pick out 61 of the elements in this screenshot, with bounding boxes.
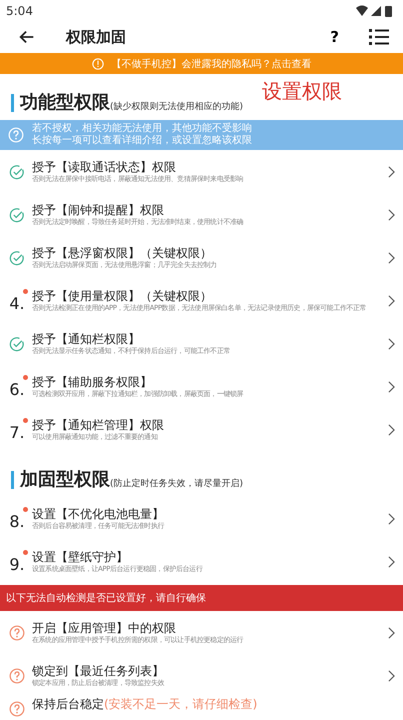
step-number: 9. — [9, 556, 25, 574]
row-title: 授予【通知栏管理】权限 — [32, 418, 165, 432]
alert-dot — [23, 418, 28, 422]
chevron-right-icon — [388, 294, 395, 306]
alert-dot — [23, 288, 28, 294]
row-title: 保持后台稳定(安装不足一天，请仔细检查) — [32, 697, 258, 712]
chevron-right-icon — [388, 380, 395, 392]
row-title: 授予【悬浮窗权限】（关键权限） — [32, 246, 213, 260]
row-note: (安装不足一天，请仔细检查) — [104, 697, 258, 711]
question-circle-icon — [9, 624, 25, 640]
row-title: 授予【辅助服务权限】 — [32, 374, 153, 390]
chevron-right-icon — [388, 670, 395, 682]
status-time: 5:04 — [6, 4, 33, 18]
row-title: 开启【应用管理】中的权限 — [32, 620, 177, 636]
question-circle-icon — [9, 701, 25, 717]
row-title: 授予【通知栏权限】 — [32, 332, 141, 346]
chevron-right-icon — [388, 252, 395, 264]
alert-dot — [23, 550, 28, 554]
section-accent-bar — [11, 94, 14, 112]
question-circle-icon — [9, 668, 25, 684]
row-title: 锁定到【最近任务列表】 — [32, 664, 165, 678]
check-circle-icon — [9, 206, 25, 222]
step-number: 4. — [9, 294, 25, 312]
question-icon — [8, 127, 24, 143]
section-subtitle: (缺少权限则无法使用相应的功能) — [110, 100, 244, 113]
page-title: 权限加固 — [66, 28, 127, 46]
chevron-right-icon — [388, 166, 395, 178]
step-number: 6. — [9, 380, 25, 398]
chevron-right-icon — [388, 512, 395, 524]
chevron-right-icon — [388, 208, 395, 220]
row-title: 授予【闹钟和提醒】权限 — [32, 202, 165, 218]
tip-text: 若不授权，相关功能无法使用，其他功能不受影响 — [32, 123, 252, 134]
notice-text: 【不做手机控】会泄露我的隐私吗？点击查看 — [112, 58, 312, 70]
check-circle-icon — [9, 336, 25, 352]
section-title: 加固型权限 — [20, 468, 110, 491]
signal-battery-icon — [355, 4, 395, 18]
warning-text: 以下无法自动检测是否已设置好，请自行确保 — [6, 592, 206, 605]
info-icon — [92, 58, 104, 70]
row-title: 授予【使用量权限】（关键权限） — [32, 288, 213, 304]
step-number: 8. — [9, 512, 25, 530]
menu-icon[interactable] — [369, 28, 389, 46]
tip-text: 长按每一项可以查看详细介绍，或设置忽略该权限 — [32, 135, 252, 147]
row-title: 设置【壁纸守护】 — [32, 550, 129, 564]
check-circle-icon — [9, 250, 25, 266]
section-title: 功能型权限 — [20, 91, 110, 114]
overlay-caption: 设置权限 — [262, 78, 342, 105]
chevron-right-icon — [388, 424, 395, 436]
section-subtitle: (防止定时任务失效，请尽量开启) — [110, 478, 244, 490]
alert-dot — [23, 374, 28, 380]
chevron-right-icon — [388, 338, 395, 350]
row-title: 设置【不优化电池电量】 — [32, 506, 165, 522]
back-arrow-icon[interactable] — [18, 28, 36, 46]
help-button[interactable]: ? — [326, 28, 343, 46]
permission-row[interactable]: 保持后台稳定(安装不足一天，请仔细检查) — [0, 697, 403, 720]
chevron-right-icon — [388, 626, 395, 638]
row-title: 授予【读取通话状态】权限 — [32, 160, 177, 174]
section-accent-bar — [11, 471, 14, 489]
alert-dot — [23, 506, 28, 512]
chevron-right-icon — [388, 556, 395, 568]
step-number: 7. — [9, 424, 25, 442]
check-circle-icon — [9, 164, 25, 180]
